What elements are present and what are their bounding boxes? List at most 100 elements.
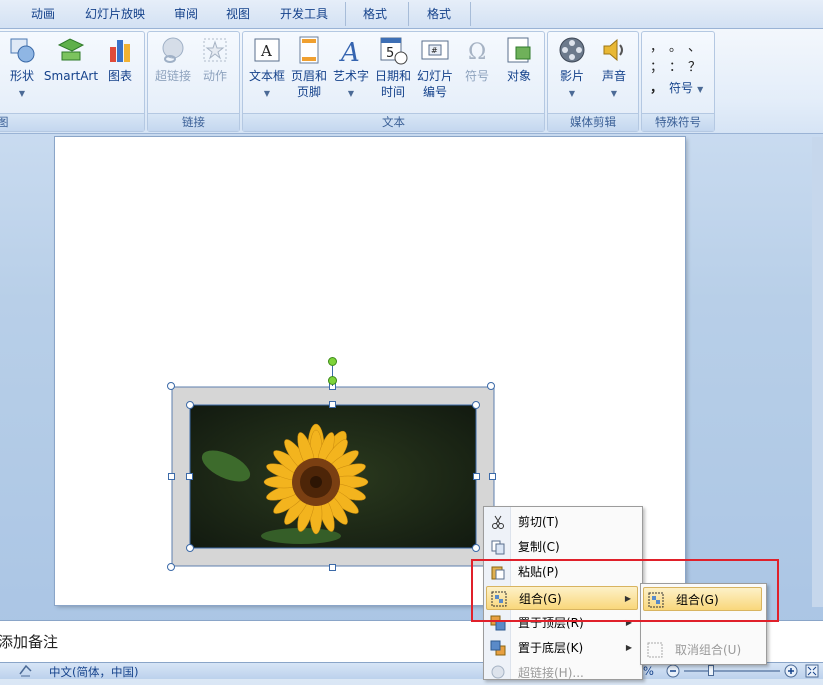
- textbox-icon: A: [254, 38, 280, 62]
- tab-view[interactable]: 视图: [226, 0, 250, 28]
- symbol-glyph[interactable]: ；: [650, 58, 669, 78]
- zoom-slider-thumb[interactable]: [708, 665, 714, 676]
- resize-handle[interactable]: [167, 563, 175, 571]
- symbol-button[interactable]: Ω 符号: [457, 35, 497, 84]
- inner-resize-handle[interactable]: [473, 473, 480, 480]
- tab-slideshow[interactable]: 幻灯片放映: [85, 0, 145, 28]
- symbol-glyph[interactable]: 、: [688, 38, 707, 58]
- inner-resize-handle[interactable]: [186, 473, 193, 480]
- shapes-button[interactable]: 形状 ▼: [5, 35, 39, 102]
- film-reel-icon: [559, 37, 585, 63]
- object-icon: [507, 37, 531, 63]
- tab-animations[interactable]: 动画: [31, 0, 55, 28]
- zoom-in-icon[interactable]: [784, 664, 798, 678]
- group-text: A 文本框 ▼ 页眉和 页脚 A 艺术字 ▼ 5 日期和 时间 # 幻灯片 编号 Ω 符号…: [242, 31, 545, 132]
- resize-handle[interactable]: [167, 382, 175, 390]
- symbol-palette: ，。、 ；：？ ，符号 ▼: [650, 38, 710, 100]
- svg-text:#: #: [431, 46, 438, 55]
- inner-resize-handle[interactable]: [186, 544, 194, 552]
- calendar-clock-icon: 5: [380, 37, 408, 65]
- tab-format-1[interactable]: 格式: [363, 0, 387, 28]
- group-media: 影片 ▼ 声音 ▼ 媒体剪辑: [547, 31, 639, 132]
- globe-link-icon: [162, 37, 184, 63]
- send-to-back-icon: [490, 640, 506, 656]
- group-illustrations: 形状 ▼ SmartArt 图表 图: [0, 31, 145, 132]
- scissors-icon: [492, 515, 504, 529]
- smartart-button[interactable]: SmartArt: [41, 35, 101, 84]
- tab-separator: [345, 2, 346, 26]
- symbol-glyph[interactable]: 。: [669, 38, 688, 58]
- wordart-icon: A: [339, 38, 360, 65]
- submenu-item-ungroup[interactable]: 取消组合(U): [643, 638, 762, 662]
- svg-text:5: 5: [386, 46, 394, 61]
- symbol-glyph[interactable]: ：: [669, 58, 688, 78]
- movie-button[interactable]: 影片 ▼: [552, 35, 592, 102]
- omega-icon: Ω: [468, 40, 486, 65]
- header-footer-icon: [299, 36, 319, 64]
- svg-text:A: A: [260, 42, 272, 60]
- tab-format-2[interactable]: 格式: [427, 0, 451, 28]
- ribbon: 形状 ▼ SmartArt 图表 图 超链接 动作 链接 A 文本框 ▼ 页眉和…: [0, 28, 823, 134]
- header-footer-button[interactable]: 页眉和 页脚: [289, 35, 329, 100]
- fit-window-icon[interactable]: [805, 664, 819, 678]
- vertical-scrollbar[interactable]: [812, 137, 823, 607]
- group-label-illustrations: 图: [0, 113, 144, 131]
- symbol-glyph[interactable]: ？: [688, 58, 707, 78]
- action-button[interactable]: 动作: [196, 35, 234, 84]
- textbox-button[interactable]: A 文本框 ▼: [247, 35, 287, 102]
- group-label-text: 文本: [243, 113, 544, 131]
- rotation-handle[interactable]: [328, 376, 337, 385]
- group-label-links: 链接: [148, 113, 239, 131]
- resize-handle[interactable]: [168, 473, 175, 480]
- menu-item-hyperlink[interactable]: 超链接(H)...: [486, 661, 638, 685]
- inner-resize-handle[interactable]: [472, 544, 480, 552]
- group-label-media: 媒体剪辑: [548, 113, 638, 131]
- tab-developer[interactable]: 开发工具: [280, 0, 328, 28]
- resize-handle[interactable]: [329, 564, 336, 571]
- zoom-percent[interactable]: %: [643, 664, 654, 678]
- zoom-out-icon[interactable]: [666, 664, 680, 678]
- tab-separator: [408, 2, 409, 26]
- group-label-special-symbols: 特殊符号: [642, 113, 714, 131]
- inner-resize-handle[interactable]: [186, 401, 194, 409]
- group-special-symbols: ，。、 ；：？ ，符号 ▼ 特殊符号: [641, 31, 715, 132]
- spellcheck-icon[interactable]: [18, 664, 34, 678]
- menu-item-cut[interactable]: 剪切(T): [486, 510, 638, 534]
- action-star-icon: [203, 38, 227, 62]
- resize-handle[interactable]: [487, 382, 495, 390]
- inner-resize-handle[interactable]: [329, 401, 336, 408]
- shapes-icon: [10, 38, 35, 63]
- tab-review[interactable]: 审阅: [174, 0, 198, 28]
- symbol-glyph[interactable]: ，: [650, 79, 669, 99]
- object-button[interactable]: 对象: [499, 35, 539, 84]
- hyperlink-button[interactable]: 超链接: [152, 35, 194, 84]
- sound-button[interactable]: 声音 ▼: [594, 35, 634, 102]
- submenu-arrow-icon: ▶: [625, 643, 632, 652]
- ribbon-tab-bar: 动画 幻灯片放映 审阅 视图 开发工具 格式 格式: [0, 0, 823, 28]
- symbol-glyph[interactable]: ，: [650, 38, 669, 58]
- menu-item-copy[interactable]: 复制(C): [486, 535, 638, 559]
- menu-item-send-to-back[interactable]: 置于底层(K) ▶: [486, 636, 638, 660]
- svg-text:Ω: Ω: [468, 40, 486, 65]
- chart-icon: [110, 40, 130, 62]
- copy-icon: [491, 540, 505, 555]
- special-symbol-button[interactable]: 符号: [669, 81, 693, 95]
- smartart-icon: [57, 38, 85, 61]
- annotation-highlight-box: [471, 559, 779, 622]
- rotation-handle[interactable]: [328, 357, 337, 366]
- speaker-icon: [603, 38, 623, 62]
- selected-picture-group[interactable]: [167, 382, 496, 571]
- svg-text:A: A: [339, 38, 360, 65]
- ungroup-icon: [647, 642, 663, 658]
- wordart-button[interactable]: A 艺术字 ▼: [331, 35, 371, 102]
- hyperlink-icon: [491, 665, 505, 679]
- date-time-button[interactable]: 5 日期和 时间: [373, 35, 413, 100]
- inner-resize-handle[interactable]: [472, 401, 480, 409]
- resize-handle[interactable]: [489, 473, 496, 480]
- chart-button[interactable]: 图表: [103, 35, 137, 84]
- group-links: 超链接 动作 链接: [147, 31, 240, 132]
- framed-picture[interactable]: [171, 386, 495, 567]
- zoom-slider[interactable]: [684, 670, 780, 672]
- notes-placeholder: 添加备注: [0, 633, 59, 651]
- slide-number-button[interactable]: # 幻灯片 编号: [415, 35, 455, 100]
